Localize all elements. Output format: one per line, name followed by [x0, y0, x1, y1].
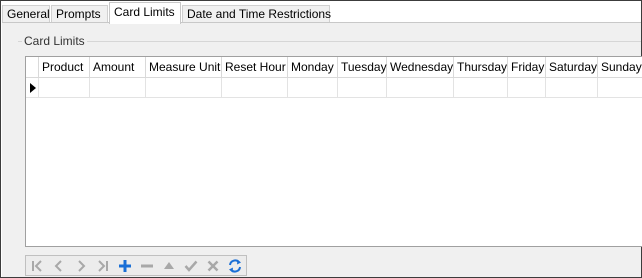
next-record-icon	[78, 259, 86, 272]
column-header-reset-hour[interactable]: Reset Hour	[222, 57, 288, 78]
tab-prompts[interactable]: Prompts	[51, 5, 108, 23]
cancel-edit-icon	[207, 260, 219, 271]
cell-sunday[interactable]	[598, 78, 642, 98]
first-record-icon	[32, 259, 42, 272]
column-header-product[interactable]: Product	[39, 57, 90, 78]
next-record-button[interactable]	[70, 256, 92, 275]
delete-record-button[interactable]	[136, 256, 158, 275]
refresh-icon	[229, 258, 241, 273]
insert-record-button[interactable]	[114, 256, 136, 275]
edit-record-button[interactable]	[158, 256, 180, 275]
prior-record-icon	[54, 259, 62, 272]
column-header-thursday[interactable]: Thursday	[454, 57, 508, 78]
row-indicator-header	[26, 57, 39, 78]
post-record-icon	[184, 260, 198, 272]
tab-label: General	[7, 7, 50, 21]
cell-monday[interactable]	[288, 78, 338, 98]
column-header-measure-unit[interactable]: Measure Unit	[146, 57, 222, 78]
column-header-friday[interactable]: Friday	[508, 57, 546, 78]
dialog-window: General Prompts Card Limits Date and Tim…	[0, 0, 642, 278]
last-record-button[interactable]	[92, 256, 114, 275]
cell-reset-hour[interactable]	[222, 78, 288, 98]
tab-card-limits[interactable]: Card Limits	[109, 2, 181, 24]
tab-label: Card Limits	[114, 5, 175, 19]
refresh-button[interactable]	[224, 256, 246, 275]
column-header-tuesday[interactable]: Tuesday	[338, 57, 387, 78]
card-limits-grid[interactable]: Product Amount Measure Unit Reset Hour M…	[25, 56, 642, 247]
current-row-arrow-icon	[30, 83, 36, 93]
grid-header: Product Amount Measure Unit Reset Hour M…	[26, 57, 642, 78]
column-header-wednesday[interactable]: Wednesday	[387, 57, 454, 78]
cancel-edit-button[interactable]	[202, 256, 224, 275]
column-header-sunday[interactable]: Sunday	[598, 57, 642, 78]
prior-record-button[interactable]	[48, 256, 70, 275]
edit-record-icon	[164, 261, 174, 269]
insert-record-icon	[119, 259, 131, 272]
tab-label: Date and Time Restrictions	[187, 7, 332, 21]
cell-amount[interactable]	[90, 78, 146, 98]
tab-date-time-restrictions[interactable]: Date and Time Restrictions	[182, 5, 332, 23]
column-header-monday[interactable]: Monday	[288, 57, 338, 78]
cell-saturday[interactable]	[546, 78, 598, 98]
cell-measure-unit[interactable]	[146, 78, 222, 98]
cell-friday[interactable]	[508, 78, 546, 98]
cell-tuesday[interactable]	[338, 78, 387, 98]
table-row[interactable]	[26, 78, 642, 98]
group-separator	[18, 41, 641, 42]
tab-general[interactable]: General	[2, 5, 50, 23]
row-indicator	[26, 78, 39, 98]
delete-record-icon	[141, 264, 153, 267]
cell-wednesday[interactable]	[387, 78, 454, 98]
column-header-amount[interactable]: Amount	[90, 57, 146, 78]
last-record-icon	[98, 259, 108, 272]
post-record-button[interactable]	[180, 256, 202, 275]
cell-thursday[interactable]	[454, 78, 508, 98]
cell-product[interactable]	[39, 78, 90, 98]
first-record-button[interactable]	[26, 256, 48, 275]
group-title: Card Limits	[22, 34, 87, 48]
tab-strip: General Prompts Card Limits Date and Tim…	[2, 2, 642, 24]
record-navigator	[25, 255, 247, 276]
column-header-saturday[interactable]: Saturday	[546, 57, 598, 78]
tab-label: Prompts	[56, 7, 101, 21]
tab-page-card-limits: Card Limits Product Amount Measure Unit …	[2, 22, 642, 277]
